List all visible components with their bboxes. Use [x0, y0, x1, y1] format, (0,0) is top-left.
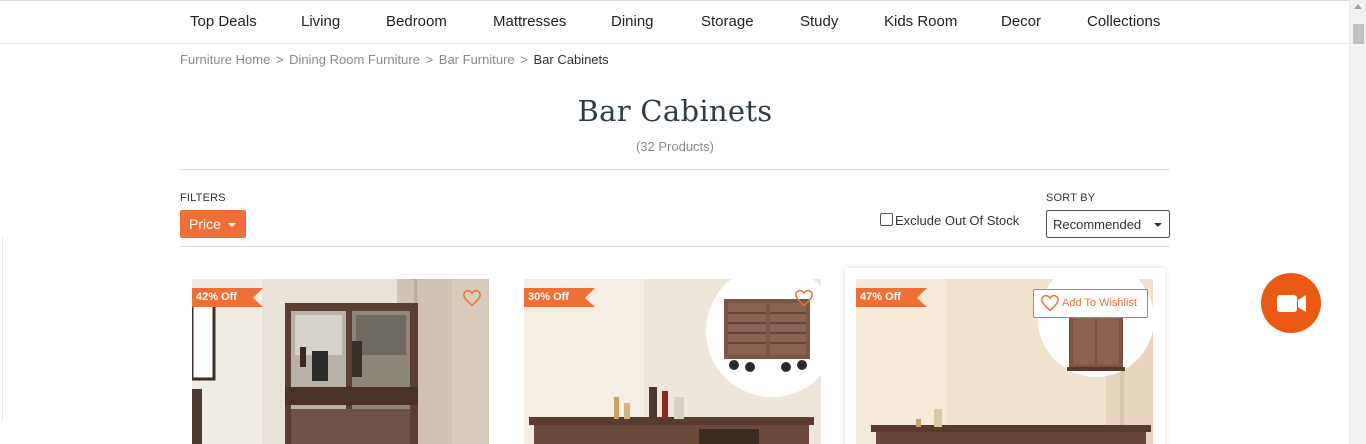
page-scrollbar[interactable] — [1349, 0, 1366, 444]
caret-down-icon — [1154, 223, 1162, 227]
discount-badge: 47% Off — [856, 288, 931, 307]
breadcrumb-current: Bar Cabinets — [533, 52, 609, 67]
title-divider — [180, 169, 1170, 170]
top-navigation: Top Deals Living Bedroom Mattresses Dini… — [0, 0, 1349, 44]
nav-item-top-deals[interactable]: Top Deals — [190, 13, 257, 30]
nav-item-bedroom[interactable]: Bedroom — [386, 13, 447, 30]
nav-item-collections[interactable]: Collections — [1087, 13, 1160, 30]
sort-selected-value: Recommended — [1053, 217, 1142, 232]
filters-label: FILTERS — [180, 192, 226, 204]
sort-by-select[interactable]: Recommended — [1046, 210, 1170, 238]
price-filter-label: Price — [189, 216, 221, 232]
breadcrumb-dining-room-furniture[interactable]: Dining Room Furniture — [289, 52, 420, 67]
breadcrumb: Furniture Home > Dining Room Furniture >… — [180, 52, 609, 67]
breadcrumb-separator: > — [520, 52, 528, 67]
heart-outline-icon — [1041, 294, 1059, 312]
exclude-out-of-stock-checkbox[interactable] — [880, 213, 893, 226]
discount-badge: 30% Off — [524, 288, 599, 307]
breadcrumb-separator: > — [275, 52, 284, 67]
nav-item-decor[interactable]: Decor — [1001, 13, 1041, 30]
add-to-wishlist-button[interactable]: Add To Wishlist — [1033, 289, 1148, 318]
breadcrumb-bar-furniture[interactable]: Bar Furniture — [439, 52, 515, 67]
scroll-up-arrow-icon[interactable] — [1354, 4, 1362, 9]
nav-item-living[interactable]: Living — [301, 13, 340, 30]
exclude-out-of-stock[interactable]: Exclude Out Of Stock — [880, 213, 1019, 228]
nav-item-study[interactable]: Study — [800, 13, 838, 30]
heart-outline-icon[interactable] — [794, 289, 814, 307]
video-call-button[interactable] — [1261, 273, 1321, 333]
filters-divider — [180, 246, 1170, 247]
nav-item-kids-room[interactable]: Kids Room — [884, 13, 957, 30]
left-edge-panel — [0, 238, 3, 422]
exclude-out-of-stock-label: Exclude Out Of Stock — [895, 213, 1020, 228]
nav-item-storage[interactable]: Storage — [701, 13, 754, 30]
sort-by-label: SORT BY — [1046, 192, 1096, 204]
product-card[interactable]: 30% Off — [524, 279, 821, 444]
caret-down-icon — [228, 223, 236, 227]
product-count: (32 Products) — [635, 139, 715, 154]
discount-badge: 42% Off — [192, 288, 267, 307]
price-filter-button[interactable]: Price — [180, 210, 246, 238]
breadcrumb-separator: > — [425, 52, 434, 67]
scrollbar-thumb[interactable] — [1353, 24, 1364, 44]
heart-outline-icon[interactable] — [462, 289, 482, 307]
page-title: Bar Cabinets — [577, 94, 773, 128]
breadcrumb-furniture-home[interactable]: Furniture Home — [180, 52, 270, 67]
nav-item-dining[interactable]: Dining — [611, 13, 654, 30]
add-to-wishlist-label: Add To Wishlist — [1062, 297, 1137, 309]
video-camera-icon — [1277, 295, 1306, 312]
product-card[interactable]: 42% Off — [192, 279, 489, 444]
nav-item-mattresses[interactable]: Mattresses — [493, 13, 566, 30]
